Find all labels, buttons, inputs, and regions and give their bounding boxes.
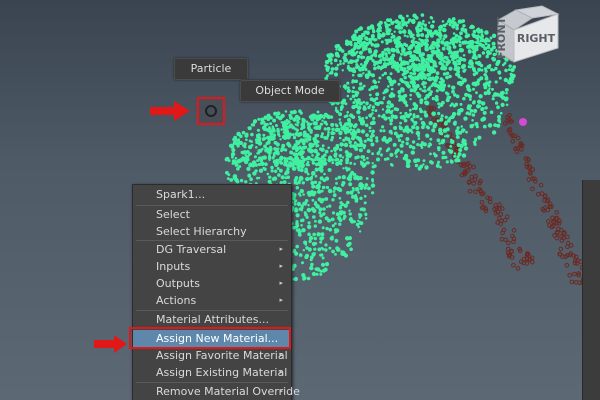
menu-item-spark1[interactable]: Spark1... [133, 186, 291, 203]
menu-item-label: Select [156, 208, 190, 221]
viewport[interactable]: RIGHT FRONT Particle Object Mode Spark1.… [0, 0, 600, 400]
menu-item-label: Remove Material Override [156, 385, 300, 398]
context-menu: Spark1... Select Select Hierarchy DG Tra… [132, 184, 300, 400]
submenu-arrow-icon: ▸ [279, 262, 283, 270]
menu-item-select-hierarchy[interactable]: Select Hierarchy [133, 223, 291, 240]
highlight-callout-box [129, 327, 291, 349]
marking-menu-particle[interactable]: Particle [174, 58, 248, 80]
arrow-right-icon [94, 335, 127, 353]
arrow-right-icon [150, 101, 190, 121]
menu-item-material-attributes[interactable]: Material Attributes... [133, 311, 291, 328]
selected-particle-icon [519, 118, 527, 126]
menu-item-label: Assign Existing Material [156, 366, 288, 379]
menu-item-label: Outputs [156, 277, 200, 290]
submenu-arrow-icon: ▸ [279, 387, 283, 395]
menu-item-label: Spark1... [156, 188, 206, 201]
submenu-arrow-icon: ▸ [279, 279, 283, 287]
menu-item-assign-existing-material[interactable]: Assign Existing Material ▸ [133, 364, 291, 381]
menu-item-label: DG Traversal [156, 243, 227, 256]
viewcube-front-label: FRONT [496, 16, 508, 59]
marking-menu-center[interactable] [197, 97, 225, 125]
viewcube[interactable]: RIGHT FRONT [496, 4, 560, 66]
menu-item-label: Assign Favorite Material [156, 349, 288, 362]
menu-item-assign-favorite-material[interactable]: Assign Favorite Material ▸ [133, 347, 291, 364]
particle-trail-right [503, 113, 590, 286]
submenu-arrow-icon: ▸ [279, 296, 283, 304]
submenu-arrow-icon: ▸ [279, 245, 283, 253]
viewcube-right-label: RIGHT [517, 32, 556, 45]
menu-item-label: Inputs [156, 260, 191, 273]
submenu-arrow-icon: ▸ [279, 351, 283, 359]
menu-item-outputs[interactable]: Outputs ▸ [133, 275, 291, 292]
menu-item-label: Actions [156, 294, 197, 307]
menu-item-label: Material Attributes... [156, 313, 269, 326]
menu-item-inputs[interactable]: Inputs ▸ [133, 258, 291, 275]
menu-item-actions[interactable]: Actions ▸ [133, 292, 291, 309]
circle-icon [205, 105, 217, 117]
menu-item-label: Select Hierarchy [156, 225, 247, 238]
menu-item-dg-traversal[interactable]: DG Traversal ▸ [133, 241, 291, 258]
marking-menu-object-mode[interactable]: Object Mode [240, 80, 340, 102]
menu-item-select[interactable]: Select [133, 206, 291, 223]
submenu-arrow-icon: ▸ [279, 368, 283, 376]
side-panel-edge [582, 180, 600, 400]
menu-item-remove-material-override[interactable]: Remove Material Override ▸ [133, 383, 300, 400]
